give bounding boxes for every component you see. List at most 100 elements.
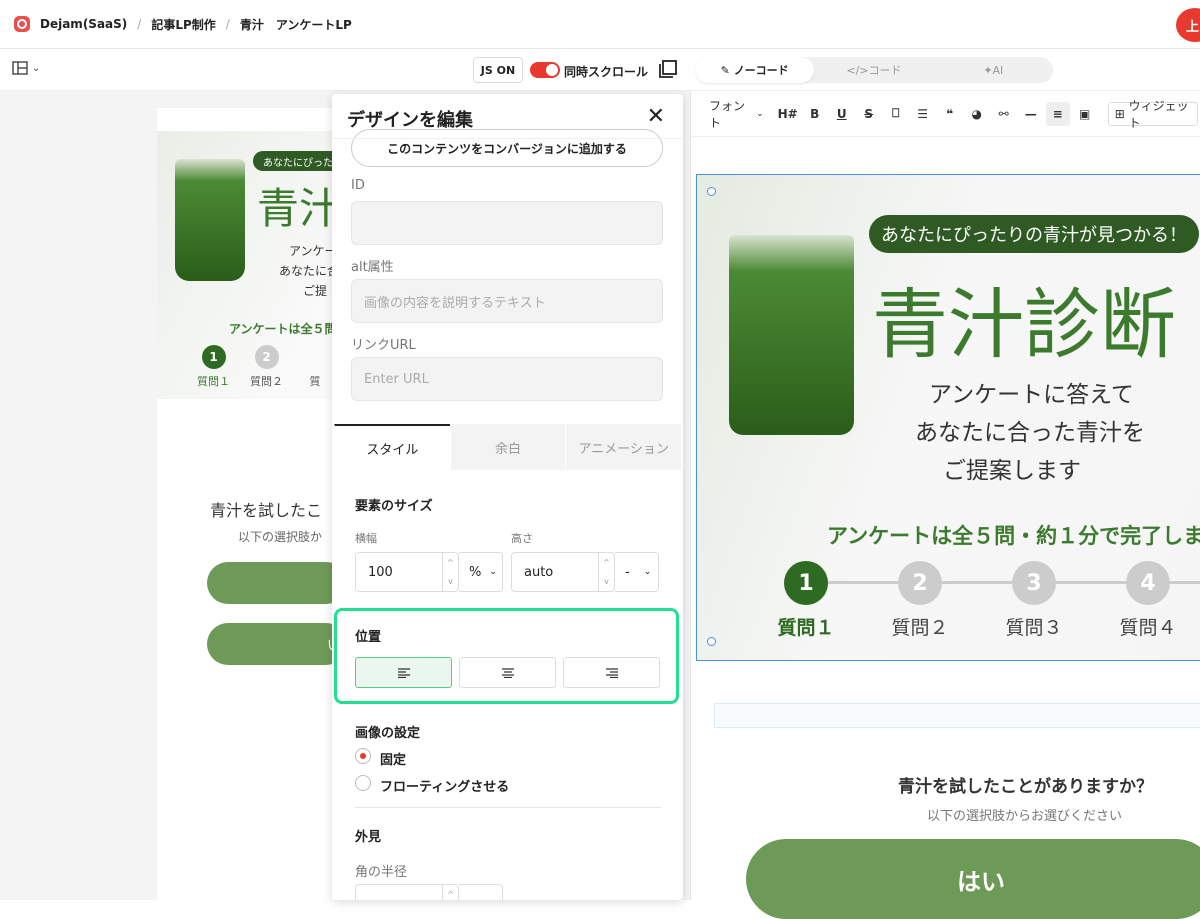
height-label: 高さ xyxy=(511,532,533,545)
breadcrumb-app[interactable]: Dejam(SaaS) xyxy=(40,17,127,31)
width-label: 横幅 xyxy=(355,532,377,545)
preview-question: 青汁を試したこ xyxy=(210,501,323,520)
divider xyxy=(355,807,661,808)
banner-progress-text: アンケートは全５問・約１分で完了します xyxy=(827,524,1200,548)
preview-step: 1 質問１ xyxy=(197,345,230,389)
preview-subtext: 以下の選択肢か xyxy=(238,530,323,544)
chevron-down-icon: ⌄ xyxy=(643,567,652,577)
breadcrumb-separator: / xyxy=(225,17,230,31)
sync-scroll-toggle[interactable] xyxy=(530,62,560,78)
close-icon[interactable]: ✕ xyxy=(647,104,665,129)
preview-answer-button[interactable]: い xyxy=(207,623,347,665)
breadcrumb-separator: / xyxy=(137,17,142,31)
palette-icon[interactable]: ◕ xyxy=(965,102,989,126)
pencil-icon: ✎ xyxy=(720,63,734,77)
quote-icon[interactable]: ❝ xyxy=(938,102,962,126)
preview-line2: あなたに合 xyxy=(279,264,340,278)
banner-title: 青汁診断 xyxy=(872,280,1176,369)
size-section-title: 要素のサイズ xyxy=(355,499,433,514)
width-input[interactable]: 100 ^ v xyxy=(355,552,459,592)
app-logo-icon[interactable] xyxy=(14,16,30,32)
text-box-icon[interactable]: ⎕ xyxy=(884,102,908,126)
banner-step: 4 質問４ xyxy=(1109,561,1187,640)
selection-guide xyxy=(714,703,1200,728)
yes-button[interactable]: はい xyxy=(746,839,1200,919)
heading-button[interactable]: H# xyxy=(776,102,800,126)
banner-image[interactable]: あなたにぴったりの青汁が見つかる！ 青汁診断 アンケートに答えて あなたに合った… xyxy=(696,174,1200,661)
question-subtext: 以下の選択肢からお選びください xyxy=(927,809,1123,824)
image-settings-title: 画像の設定 xyxy=(355,726,421,741)
horizontal-rule-icon[interactable]: — xyxy=(1019,102,1043,126)
juice-glass-image xyxy=(729,235,854,435)
height-unit-select[interactable]: - ⌄ xyxy=(615,552,659,592)
code-icon: </> xyxy=(846,63,869,77)
add-conversion-button[interactable]: このコンテンツをコンバージョンに追加する xyxy=(351,129,663,167)
widget-button[interactable]: ⊞ ウィジェット xyxy=(1107,99,1198,130)
sync-scroll-label: 同時スクロール xyxy=(564,65,649,79)
id-label: ID xyxy=(351,178,365,193)
radio-floating[interactable] xyxy=(355,775,371,791)
id-input[interactable] xyxy=(351,201,663,245)
banner-line3: ご提案します xyxy=(943,458,1081,484)
corner-radius-label: 角の半径 xyxy=(355,865,408,880)
alt-input[interactable]: 画像の内容を説明するテキスト xyxy=(351,279,663,323)
underline-icon[interactable]: U xyxy=(830,102,854,126)
bold-icon[interactable]: B xyxy=(803,102,827,126)
preview-progress: アンケートは全５問 xyxy=(229,322,337,336)
banner-badge: あなたにぴったりの青汁が見つかる！ xyxy=(869,215,1199,253)
link-icon[interactable]: ⚯ xyxy=(992,102,1016,126)
preview-line3: ご提 xyxy=(303,284,328,298)
preview-step: 質 xyxy=(309,375,321,388)
width-stepper[interactable]: ^ v xyxy=(442,553,458,591)
format-toolbar: フォント ⌄ H# B U S ⎕ ☰ ❝ ◕ ⚯ — ≡ ▣ ⊞ ウィジェット xyxy=(691,91,1200,137)
image-icon[interactable]: ▣ xyxy=(1073,102,1097,126)
align-left-icon[interactable]: ≡ xyxy=(1045,101,1070,126)
appearance-title: 外見 xyxy=(355,830,382,845)
banner-step: 2 質問２ xyxy=(881,561,959,640)
mode-switcher: ✎ ノーコード </> コード ✦ AI xyxy=(695,57,1053,83)
js-toggle-button[interactable]: JS ON xyxy=(473,57,523,83)
strikethrough-icon[interactable]: S xyxy=(857,102,881,126)
chevron-down-icon: ⌄ xyxy=(756,108,764,119)
mode-code[interactable]: </> コード xyxy=(814,57,933,83)
font-select[interactable]: フォント ⌄ xyxy=(709,99,764,130)
position-section-highlight xyxy=(334,608,679,704)
panel-divider xyxy=(332,138,683,139)
preview-line1: アンケー xyxy=(289,244,337,258)
sparkle-icon: ✦ xyxy=(983,63,993,77)
juice-glass-image xyxy=(175,159,245,281)
corner-radius-input[interactable]: ^v xyxy=(355,884,459,900)
mode-nocode[interactable]: ✎ ノーコード xyxy=(695,57,815,83)
resize-handle[interactable] xyxy=(707,637,716,646)
resize-handle[interactable] xyxy=(707,187,716,196)
height-stepper[interactable]: ^ v xyxy=(598,553,614,591)
chevron-down-icon: ⌄ xyxy=(32,62,41,74)
radius-unit-select[interactable] xyxy=(459,884,503,900)
height-input[interactable]: auto ^ v xyxy=(511,552,615,592)
tab-spacing[interactable]: 余白 xyxy=(449,424,566,470)
preview-answer-button[interactable] xyxy=(207,562,347,604)
radio-fixed[interactable] xyxy=(355,748,371,764)
editor-canvas: フォント ⌄ H# B U S ⎕ ☰ ❝ ◕ ⚯ — ≡ ▣ ⊞ ウィジェット … xyxy=(690,91,1200,919)
panel-tabs: スタイル 余白 アニメーション xyxy=(334,424,682,470)
layout-toggle-button[interactable]: ⌄ xyxy=(12,61,40,75)
link-url-label: リンクURL xyxy=(351,338,416,353)
mode-ai[interactable]: ✦ AI xyxy=(934,57,1053,83)
breadcrumb-page[interactable]: 青汁 アンケートLP xyxy=(240,16,352,33)
copy-icon[interactable] xyxy=(658,59,678,79)
breadcrumb-project[interactable]: 記事LP制作 xyxy=(151,16,215,33)
list-icon[interactable]: ☰ xyxy=(911,102,935,126)
width-unit-select[interactable]: % ⌄ xyxy=(459,552,503,592)
widget-icon: ⊞ xyxy=(1114,106,1129,121)
radius-stepper[interactable]: ^v xyxy=(442,885,458,900)
preview-badge: あなたにぴった xyxy=(253,151,343,171)
banner-line2: あなたに合った青汁を xyxy=(915,420,1145,446)
user-avatar[interactable]: 上 xyxy=(1176,8,1200,42)
tab-animation[interactable]: アニメーション xyxy=(565,424,682,470)
radio-floating-label: フローティングさせる xyxy=(380,780,510,795)
tab-style[interactable]: スタイル xyxy=(334,424,450,470)
question-text: 青汁を試したことがありますか？ xyxy=(898,777,1153,797)
banner-step: 3 質問３ xyxy=(995,561,1073,640)
link-url-input[interactable]: Enter URL xyxy=(351,357,663,401)
banner-step: 1 質問１ xyxy=(767,561,845,640)
